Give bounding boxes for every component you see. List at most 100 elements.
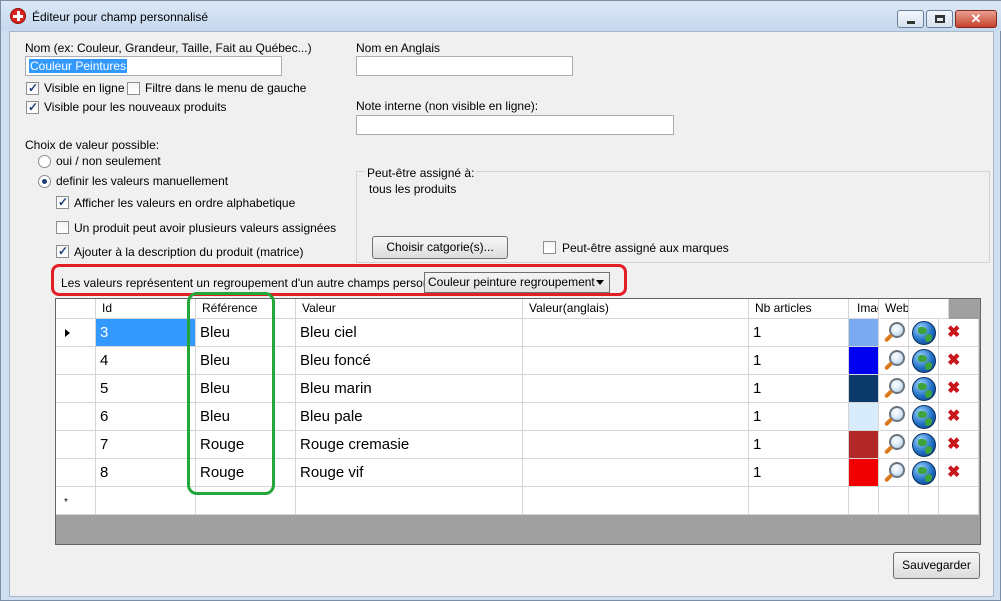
cell-delete-button[interactable]: ✖ — [939, 459, 979, 487]
table-row[interactable]: 6 Bleu Bleu pale 1 ✖ — [56, 403, 979, 431]
radio-yes-no[interactable] — [38, 155, 51, 168]
title-bar[interactable]: Éditeur pour champ personnalisé ✕ — [1, 1, 1001, 31]
cell-count[interactable]: 1 — [749, 459, 849, 487]
visible-new-products-checkbox[interactable] — [26, 100, 39, 114]
cell-id[interactable]: 8 — [96, 459, 196, 487]
sort-alpha-checkbox[interactable] — [56, 195, 69, 209]
column-header-image[interactable]: Imag — [849, 299, 879, 319]
name-input[interactable]: Couleur Peintures — [25, 56, 282, 76]
cell-count[interactable]: 1 — [749, 431, 849, 459]
english-name-input[interactable] — [356, 56, 573, 76]
new-row-cell[interactable] — [196, 487, 296, 515]
save-button[interactable]: Sauvegarder — [893, 552, 980, 579]
cell-count[interactable]: 1 — [749, 319, 849, 347]
row-header[interactable] — [56, 459, 96, 487]
row-header[interactable] — [56, 403, 96, 431]
cell-delete-button[interactable]: ✖ — [939, 375, 979, 403]
cell-reference[interactable]: Bleu — [196, 375, 296, 403]
cell-value-en[interactable] — [523, 375, 749, 403]
cell-reference[interactable]: Rouge — [196, 431, 296, 459]
cell-image-color[interactable] — [849, 319, 879, 347]
cell-count[interactable]: 1 — [749, 375, 849, 403]
cell-delete-button[interactable]: ✖ — [939, 347, 979, 375]
cell-image-button[interactable] — [879, 403, 909, 431]
new-row[interactable]: * — [56, 487, 979, 515]
grouping-select[interactable]: Couleur peinture regroupement — [424, 272, 610, 293]
cell-image-color[interactable] — [849, 375, 879, 403]
cell-value-en[interactable] — [523, 403, 749, 431]
filter-left-menu-checkbox[interactable] — [127, 82, 140, 95]
add-description-checkbox[interactable] — [56, 244, 69, 258]
row-header[interactable] — [56, 375, 96, 403]
cell-value-en[interactable] — [523, 459, 749, 487]
minimize-button[interactable] — [897, 10, 924, 28]
radio-manual[interactable] — [38, 175, 51, 188]
column-header-value-en[interactable]: Valeur(anglais) — [523, 299, 749, 319]
cell-image-color[interactable] — [849, 431, 879, 459]
column-header-web[interactable]: Web — [879, 299, 909, 319]
maximize-button[interactable] — [926, 10, 953, 28]
cell-reference[interactable]: Bleu — [196, 347, 296, 375]
cell-value[interactable]: Bleu foncé — [296, 347, 523, 375]
cell-image-button[interactable] — [879, 319, 909, 347]
cell-web-button[interactable] — [909, 459, 939, 487]
cell-image-color[interactable] — [849, 403, 879, 431]
visible-online-checkbox[interactable] — [26, 81, 39, 95]
cell-count[interactable]: 1 — [749, 403, 849, 431]
new-row-cell[interactable] — [939, 487, 979, 515]
column-header-id[interactable]: Id — [96, 299, 196, 319]
new-row-cell[interactable] — [879, 487, 909, 515]
cell-image-color[interactable] — [849, 459, 879, 487]
cell-reference[interactable]: Rouge — [196, 459, 296, 487]
table-row[interactable]: 8 Rouge Rouge vif 1 ✖ — [56, 459, 979, 487]
cell-id[interactable]: 7 — [96, 431, 196, 459]
cell-web-button[interactable] — [909, 431, 939, 459]
cell-id[interactable]: 5 — [96, 375, 196, 403]
new-row-cell[interactable] — [523, 487, 749, 515]
internal-note-input[interactable] — [356, 115, 674, 135]
cell-delete-button[interactable]: ✖ — [939, 431, 979, 459]
cell-delete-button[interactable]: ✖ — [939, 319, 979, 347]
cell-value[interactable]: Bleu ciel — [296, 319, 523, 347]
column-header-reference[interactable]: Référence — [196, 299, 296, 319]
column-header-delete[interactable] — [909, 299, 949, 319]
column-header-value[interactable]: Valeur — [296, 299, 523, 319]
table-row[interactable]: 7 Rouge Rouge cremasie 1 ✖ — [56, 431, 979, 459]
cell-value[interactable]: Bleu pale — [296, 403, 523, 431]
cell-value[interactable]: Bleu marin — [296, 375, 523, 403]
table-row[interactable]: 3 Bleu Bleu ciel 1 ✖ — [56, 319, 979, 347]
cell-id[interactable]: 6 — [96, 403, 196, 431]
row-header[interactable] — [56, 347, 96, 375]
column-header-count[interactable]: Nb articles — [749, 299, 849, 319]
multi-values-checkbox[interactable] — [56, 221, 69, 234]
cell-web-button[interactable] — [909, 403, 939, 431]
cell-reference[interactable]: Bleu — [196, 403, 296, 431]
cell-count[interactable]: 1 — [749, 347, 849, 375]
cell-reference[interactable]: Bleu — [196, 319, 296, 347]
cell-value-en[interactable] — [523, 319, 749, 347]
cell-value[interactable]: Rouge cremasie — [296, 431, 523, 459]
cell-delete-button[interactable]: ✖ — [939, 403, 979, 431]
new-row-cell[interactable] — [296, 487, 523, 515]
cell-image-button[interactable] — [879, 375, 909, 403]
close-button[interactable]: ✕ — [955, 10, 997, 28]
cell-value-en[interactable] — [523, 431, 749, 459]
cell-image-color[interactable] — [849, 347, 879, 375]
new-row-cell[interactable] — [909, 487, 939, 515]
cell-web-button[interactable] — [909, 347, 939, 375]
cell-web-button[interactable] — [909, 375, 939, 403]
new-row-cell[interactable] — [749, 487, 849, 515]
new-row-cell[interactable] — [849, 487, 879, 515]
cell-image-button[interactable] — [879, 459, 909, 487]
table-row[interactable]: 5 Bleu Bleu marin 1 ✖ — [56, 375, 979, 403]
values-grid[interactable]: Id Référence Valeur Valeur(anglais) Nb a… — [55, 298, 981, 545]
cell-image-button[interactable] — [879, 347, 909, 375]
table-row[interactable]: 4 Bleu Bleu foncé 1 ✖ — [56, 347, 979, 375]
cell-value[interactable]: Rouge vif — [296, 459, 523, 487]
assign-brands-checkbox[interactable] — [543, 241, 556, 254]
row-header[interactable] — [56, 431, 96, 459]
cell-image-button[interactable] — [879, 431, 909, 459]
choose-category-button[interactable]: Choisir catgorie(s)... — [372, 236, 508, 259]
row-header-new[interactable]: * — [56, 487, 96, 515]
cell-web-button[interactable] — [909, 319, 939, 347]
